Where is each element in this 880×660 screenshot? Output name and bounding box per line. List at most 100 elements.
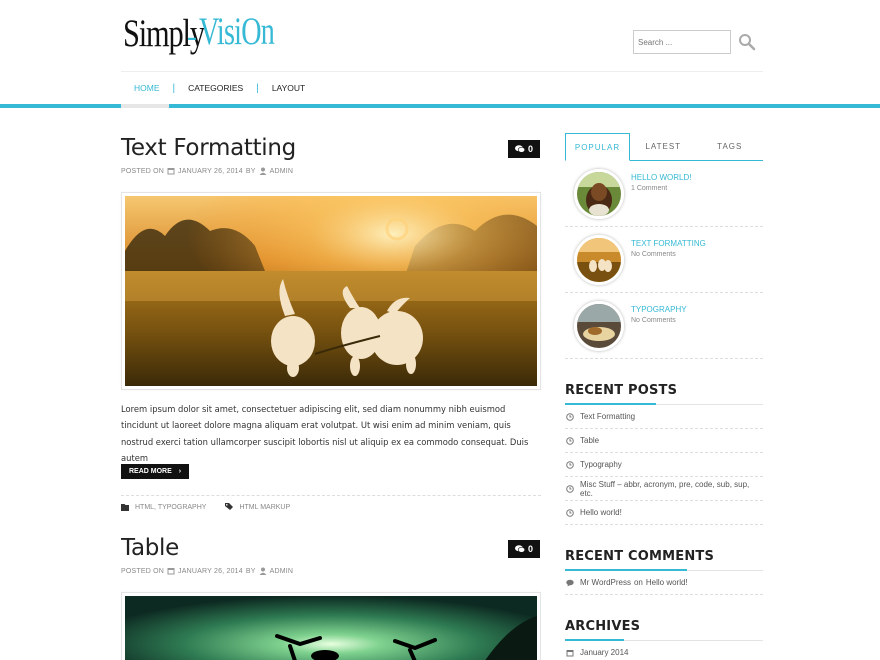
read-more-button[interactable]: READ MORE › (121, 464, 190, 479)
nav-item-categories[interactable]: CATEGORIES (175, 72, 256, 104)
post-title[interactable]: Text Formatting (121, 135, 296, 161)
popular-post-item: TYPOGRAPHY No Comments (565, 293, 763, 359)
recent-post-link[interactable]: Misc Stuff – abbr, acronym, pre, code, s… (565, 477, 763, 501)
recent-post-link[interactable]: Text Formatting (565, 405, 763, 429)
recent-post-title: Text Formatting (580, 412, 636, 421)
sidebar: POPULAR LATEST TAGS HELLO WORLD! 1 Comme… (565, 133, 763, 660)
recent-post-link[interactable]: Typography (565, 453, 763, 477)
archive-month: January 2014 (580, 648, 629, 657)
popular-post-item: TEXT FORMATTING No Comments (565, 227, 763, 293)
site-logo[interactable]: Simply - VisiOn (123, 12, 275, 56)
comment-count: 0 (527, 144, 533, 154)
post-featured-image[interactable] (121, 592, 541, 660)
by-label: BY (245, 167, 256, 175)
widget-title: RECENT COMMENTS (565, 549, 715, 564)
search-input[interactable] (638, 32, 728, 52)
recent-posts-widget: RECENT POSTS Text Formatting Table Typog… (565, 383, 763, 525)
comments-icon (514, 145, 525, 153)
archive-link[interactable]: January 2014 (565, 641, 763, 660)
clock-icon (566, 412, 574, 421)
clock-icon (566, 484, 574, 493)
post-author[interactable]: ADMIN (270, 168, 294, 175)
nav-item-layout[interactable]: LAYOUT (259, 72, 318, 104)
comment-post-link[interactable]: Hello world! (646, 578, 688, 587)
post-meta: POSTED ON JANUARY 26, 2014 BY ADMIN (121, 167, 293, 175)
search-icon[interactable] (738, 33, 756, 51)
tab-popular[interactable]: POPULAR (565, 133, 630, 161)
clock-icon (566, 436, 574, 445)
post-thumbnail[interactable] (574, 301, 624, 351)
calendar-icon (167, 568, 175, 575)
posted-on-label: POSTED ON (121, 167, 165, 175)
user-icon (259, 167, 267, 175)
read-more-label: READ MORE (129, 468, 172, 475)
by-label: BY (245, 567, 256, 575)
post-thumbnail[interactable] (574, 235, 624, 285)
site-header: Simply - VisiOn (0, 0, 880, 72)
recent-post-title: Misc Stuff – abbr, acronym, pre, code, s… (580, 479, 750, 498)
comment-count-badge[interactable]: 0 (508, 140, 540, 158)
comment-count-badge[interactable]: 0 (508, 540, 540, 558)
logo-dash: - (187, 20, 197, 53)
logo-text-vision: VisiOn (199, 10, 275, 53)
post-date[interactable]: JANUARY 26, 2014 (178, 168, 243, 175)
post-author[interactable]: ADMIN (270, 568, 294, 575)
popular-post-title[interactable]: TEXT FORMATTING (631, 239, 706, 248)
popular-post-comments: 1 Comment (631, 185, 668, 192)
tags-icon (225, 503, 234, 510)
comment-icon (566, 579, 574, 586)
main-nav: HOME | CATEGORIES | LAYOUT (121, 72, 763, 107)
widget-title-underline (565, 569, 763, 571)
comment-author[interactable]: Mr WordPress (580, 578, 631, 587)
popular-post-item: HELLO WORLD! 1 Comment (565, 161, 763, 227)
comments-icon (514, 545, 525, 553)
recent-comment-item: Mr WordPress on Hello world! (565, 571, 763, 595)
recent-comments-widget: RECENT COMMENTS Mr WordPress on Hello wo… (565, 549, 763, 595)
dog-thumbnail-image (577, 172, 621, 216)
post-categories[interactable]: HTML, TYPOGRAPHY (135, 504, 206, 511)
user-icon (259, 567, 267, 575)
comment-count: 0 (527, 544, 533, 554)
post-date[interactable]: JANUARY 26, 2014 (178, 568, 243, 575)
puppies-sunset-image (125, 196, 537, 386)
post-taxonomy: HTML, TYPOGRAPHY HTML MARKUP (121, 503, 290, 511)
cyclists-sky-image (125, 596, 537, 660)
widget-title-underline (565, 639, 763, 641)
post-excerpt: Lorem ipsum dolor sit amet, consectetuer… (121, 404, 529, 464)
post-thumbnail[interactable] (574, 169, 624, 219)
post-text-formatting: Text Formatting 0 POSTED ON JANUARY 26, … (121, 135, 541, 525)
folder-icon (121, 503, 129, 511)
calendar-icon (566, 649, 574, 656)
tab-latest[interactable]: LATEST (630, 133, 697, 160)
calendar-icon (167, 168, 175, 175)
widget-title-underline (565, 403, 763, 405)
recent-post-link[interactable]: Hello world! (565, 501, 763, 525)
widget-title: ARCHIVES (565, 619, 641, 634)
recent-post-title: Table (580, 436, 600, 445)
tab-tags[interactable]: TAGS (697, 133, 764, 160)
recent-post-title: Hello world! (580, 508, 622, 517)
nav-active-indicator (121, 104, 169, 108)
archives-widget: ARCHIVES January 2014 (565, 619, 763, 660)
post-title[interactable]: Table (121, 535, 179, 561)
recent-post-title: Typography (580, 460, 622, 469)
posted-on-label: POSTED ON (121, 567, 165, 575)
popular-post-title[interactable]: HELLO WORLD! (631, 173, 691, 182)
popular-post-title[interactable]: TYPOGRAPHY (631, 305, 687, 314)
clock-icon (566, 460, 574, 469)
chevron-right-icon: › (178, 468, 182, 475)
widget-title: RECENT POSTS (565, 383, 678, 398)
comment-on-label: on (633, 578, 643, 587)
puppies-thumbnail-image (577, 238, 621, 282)
search-box (633, 30, 731, 54)
nav-item-home[interactable]: HOME (121, 72, 173, 107)
popular-post-comments: No Comments (631, 317, 676, 324)
clock-icon (566, 508, 574, 517)
post-divider (121, 495, 541, 496)
post-tags[interactable]: HTML MARKUP (239, 504, 290, 511)
sidebar-tabs: POPULAR LATEST TAGS (565, 133, 763, 161)
post-featured-image[interactable] (121, 192, 541, 390)
cafe-thumbnail-image (577, 304, 621, 348)
post-table: Table 0 POSTED ON JANUARY 26, 2014 BY AD… (121, 535, 541, 660)
recent-post-link[interactable]: Table (565, 429, 763, 453)
